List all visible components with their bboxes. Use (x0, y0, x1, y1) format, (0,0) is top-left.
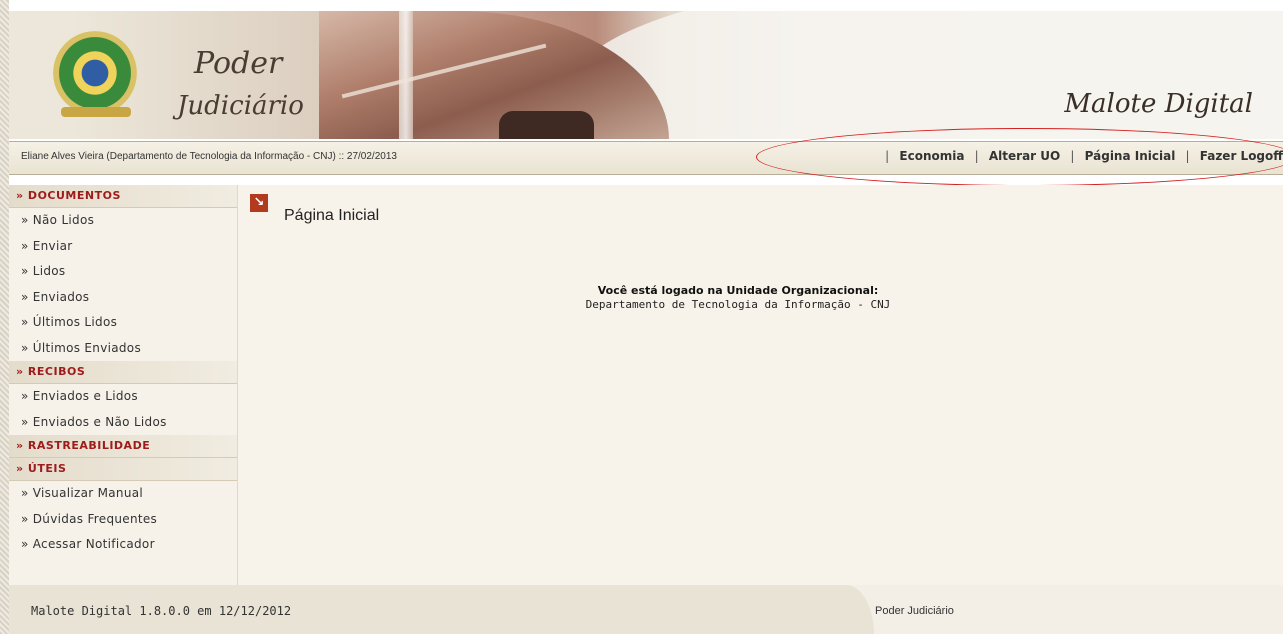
logged-unit-name: Departamento de Tecnologia da Informação… (585, 298, 891, 311)
footer: Malote Digital 1.8.0.0 em 12/12/2012 Pod… (9, 585, 1283, 634)
main-content: ↘ Página Inicial Você está logado na Uni… (238, 185, 1283, 585)
page-title: Página Inicial (284, 207, 380, 224)
sidebar-item-enviados-e-nao-lidos[interactable]: » Enviados e Não Lidos (9, 410, 237, 436)
left-frame-border (0, 0, 9, 634)
sidebar-section-recibos[interactable]: » RECIBOS (9, 361, 237, 384)
footer-version: Malote Digital 1.8.0.0 em 12/12/2012 (31, 604, 292, 618)
sidebar-item-ultimos-lidos[interactable]: » Últimos Lidos (9, 310, 237, 336)
app-title-malote-digital: Malote Digital (1064, 89, 1253, 119)
sidebar-item-ultimos-enviados[interactable]: » Últimos Enviados (9, 336, 237, 362)
sidebar-item-enviados[interactable]: » Enviados (9, 285, 237, 311)
sidebar-item-nao-lidos[interactable]: » Não Lidos (9, 208, 237, 234)
sidebar-item-enviados-e-lidos[interactable]: » Enviados e Lidos (9, 384, 237, 410)
sidebar-section-documentos[interactable]: » DOCUMENTOS (9, 185, 237, 208)
arrow-down-right-icon: ↘ (250, 194, 268, 212)
banner-light-beam (399, 11, 413, 139)
footer-org: Poder Judiciário (875, 605, 954, 617)
sidebar-item-lidos[interactable]: » Lidos (9, 259, 237, 285)
sidebar-item-duvidas-frequentes[interactable]: » Dúvidas Frequentes (9, 507, 237, 533)
logo-text-poder: Poder (194, 46, 283, 81)
logo-text-judiciario: Judiciário (177, 91, 304, 121)
header-banner: Poder Judiciário Malote Digital (9, 11, 1283, 139)
sidebar-item-enviar[interactable]: » Enviar (9, 234, 237, 260)
sidebar-section-uteis[interactable]: » ÚTEIS (9, 458, 237, 481)
justice-scale-photo (319, 11, 669, 139)
sidebar-item-visualizar-manual[interactable]: » Visualizar Manual (9, 481, 237, 507)
coat-of-arms-ribbon (61, 107, 131, 117)
user-info: Eliane Alves Vieira (Departamento de Tec… (21, 151, 397, 162)
highlight-annotation-oval (756, 128, 1283, 186)
sidebar: » DOCUMENTOS » Não Lidos » Enviar » Lido… (9, 185, 238, 585)
sidebar-section-rastreabilidade[interactable]: » RASTREABILIDADE (9, 435, 237, 458)
logged-unit-label: Você está logado na Unidade Organizacion… (597, 284, 879, 297)
banner-curve (569, 11, 1283, 139)
gavel-icon (499, 111, 594, 139)
sidebar-item-acessar-notificador[interactable]: » Acessar Notificador (9, 532, 237, 558)
coat-of-arms-icon (53, 31, 137, 115)
